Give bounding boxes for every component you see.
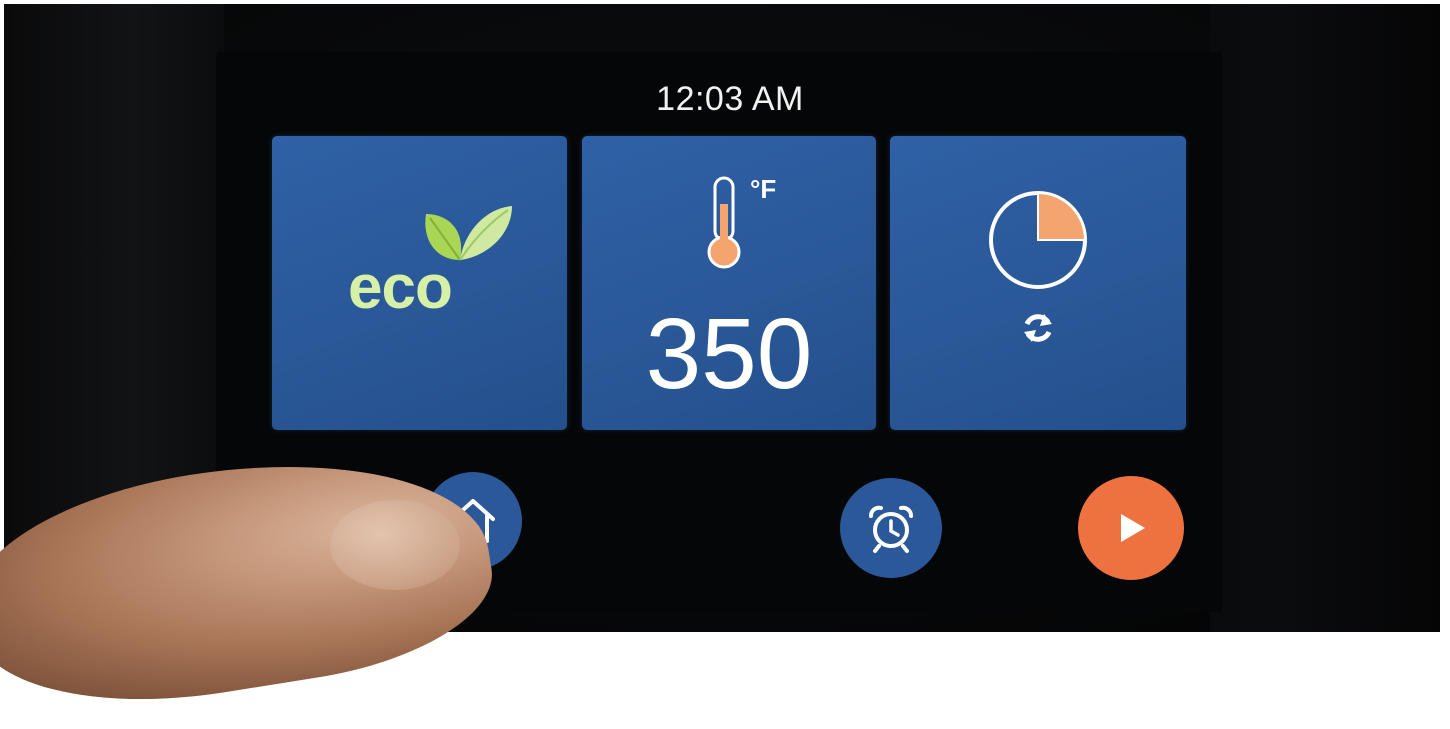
temperature-value: 350 <box>645 298 813 410</box>
play-icon <box>1121 514 1145 542</box>
fingernail <box>330 500 460 590</box>
timer-dial-icon <box>989 191 1087 289</box>
alarm-button[interactable] <box>840 478 942 578</box>
alarm-clock-icon <box>869 505 913 553</box>
thermometer-icon <box>707 176 741 269</box>
refresh-icon <box>1024 314 1052 342</box>
start-button[interactable] <box>1078 476 1184 580</box>
temperature-tile[interactable]: °F 350 <box>582 136 876 430</box>
oven-frame-right <box>1210 4 1440 632</box>
clock-time: 12:03 AM <box>656 80 804 118</box>
timer-tile[interactable] <box>890 136 1186 430</box>
eco-mode-tile[interactable]: eco <box>272 136 567 430</box>
timer-elapsed-wedge <box>1037 191 1087 241</box>
eco-label: eco <box>348 253 453 322</box>
temperature-unit: °F <box>750 174 777 204</box>
